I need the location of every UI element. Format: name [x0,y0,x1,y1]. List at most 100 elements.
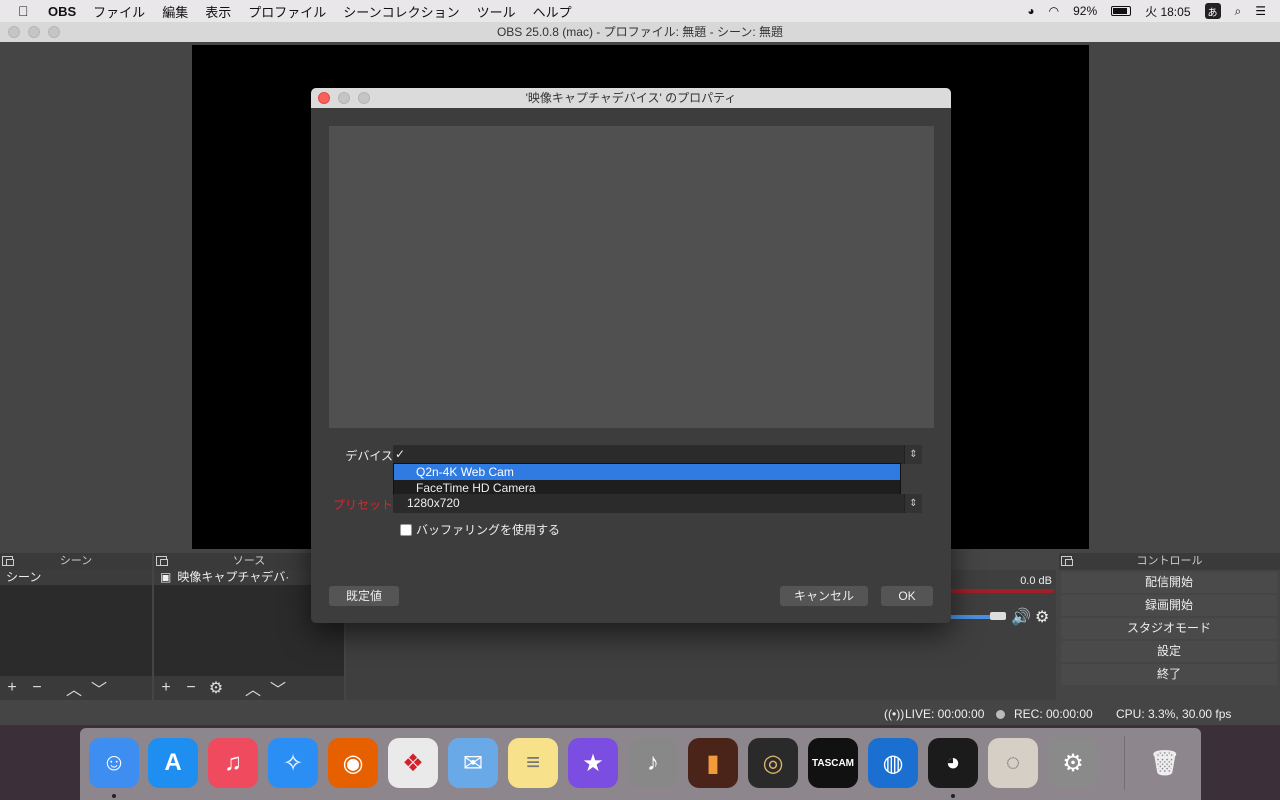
move-up-icon[interactable]: ︿ [245,676,261,700]
notification-center-icon[interactable]: ☰ [1255,4,1266,18]
finder-icon[interactable]: ☺ [89,738,139,788]
obs-status-icon[interactable]: ◕ [1027,4,1034,18]
running-indicator [112,794,116,798]
scene-list-item[interactable]: シーン [0,570,152,585]
volume-slider-knob[interactable] [990,612,1006,620]
audio-plugin-icon[interactable]: ◎ [748,738,798,788]
menu-bar:  OBS ファイル 編集 表示 プロファイル シーンコレクション ツール ヘル… [0,0,1280,22]
device-option-q2n[interactable]: Q2n-4K Web Cam [394,464,900,480]
mail-icon[interactable]: ✉ [448,738,498,788]
preset-value: 1280x720 [407,496,460,510]
firefox-icon[interactable]: ◉ [328,738,378,788]
start-streaming-button[interactable]: 配信開始 [1061,572,1277,593]
preset-label: プリセット [332,498,393,512]
ok-button[interactable]: OK [881,586,933,606]
defaults-button[interactable]: 既定値 [329,586,399,606]
controls-dock-title: コントロール [1136,555,1203,567]
scene-name: シーン [6,570,42,584]
menu-edit[interactable]: 編集 [162,2,188,21]
menu-help[interactable]: ヘルプ [533,2,572,21]
speaker-icon[interactable]: 🔊 [1011,607,1031,627]
settings-button[interactable]: 設定 [1061,641,1277,662]
add-scene-icon[interactable]: + [4,679,20,697]
dock-float-icon[interactable] [156,556,168,566]
dialog-minimize-button[interactable] [338,92,350,104]
live-broadcast-icon: ((•)) [884,707,905,721]
running-indicator [951,794,955,798]
obs-window-titlebar: OBS 25.0.8 (mac) - プロファイル: 無題 - シーン: 無題 [0,22,1280,42]
obs-icon[interactable]: ◕ [928,738,978,788]
exit-button[interactable]: 終了 [1061,664,1277,685]
app-store-icon[interactable]: A [148,738,198,788]
scenes-dock-title: シーン [59,555,93,567]
move-down-icon[interactable]: ﹀ [91,676,107,700]
input-method-icon[interactable]: あ [1204,3,1221,19]
tascam-icon[interactable]: TASCAM [808,738,858,788]
volume-level-db: 0.0 dB [1020,575,1052,587]
move-down-icon[interactable]: ﹀ [270,676,286,700]
menu-profile[interactable]: プロファイル [248,2,326,21]
sources-toolbar: + − ⚙ ︿ ﹀ [154,676,344,700]
cancel-button[interactable]: キャンセル [780,586,868,606]
clock[interactable]: 火 18:05 [1145,3,1190,20]
add-source-icon[interactable]: + [158,679,174,697]
microphone-icon[interactable]: ◌ [988,738,1038,788]
studio-mode-button[interactable]: スタジオモード [1061,618,1277,639]
logic-icon[interactable]: ♪ [628,738,678,788]
scenes-dock-header: シーン [0,553,152,570]
dialog-close-button[interactable] [318,92,330,104]
dock-float-icon[interactable] [2,556,14,566]
dialog-zoom-button[interactable] [358,92,370,104]
status-bar: ((•)) LIVE: 00:00:00 REC: 00:00:00 CPU: … [0,701,1280,725]
mixer-gear-icon[interactable]: ⚙ [1035,607,1049,627]
scenes-toolbar: + − ︿ ﹀ [0,676,152,700]
volume-meter [950,589,1054,593]
close-window-button[interactable] [8,26,20,38]
zoom-window-button[interactable] [48,26,60,38]
source-properties-gear-icon[interactable]: ⚙ [208,678,224,698]
trash-icon[interactable]: 🗑 [1140,738,1190,788]
battery-icon[interactable] [1111,6,1132,16]
menu-scene-collection[interactable]: シーンコレクション [343,2,459,21]
music-icon[interactable]: ♫ [208,738,258,788]
device-label: デバイス [345,449,393,463]
buffering-checkbox[interactable] [400,523,412,536]
spotlight-search-icon[interactable]: ⌕ [1235,4,1242,19]
menu-view[interactable]: 表示 [205,2,231,21]
dialog-title: '映像キャプチャデバイス' のプロパティ [525,91,737,105]
updown-chevron-icon: ⇕ [904,494,922,513]
wifi-icon[interactable]: ◠ [1049,4,1059,18]
cpu-fps-stats: CPU: 3.3%, 30.00 fps [1116,707,1232,721]
notes-icon[interactable]: ≡ [508,738,558,788]
source-preview [329,126,934,428]
audio-app-icon[interactable]: ◍ [868,738,918,788]
apple-icon[interactable]:  [18,3,32,19]
start-recording-button[interactable]: 録画開始 [1061,595,1277,616]
battery-percent[interactable]: 92% [1073,4,1097,18]
vintage-tube-icon[interactable]: ▮ [688,738,738,788]
camera-icon: ▣ [160,570,172,584]
system-preferences-icon[interactable]: ⚙ [1048,738,1098,788]
minimize-window-button[interactable] [28,26,40,38]
menu-file[interactable]: ファイル [93,2,145,21]
remove-source-icon[interactable]: − [183,679,199,697]
creative-cloud-icon[interactable]: ❖ [388,738,438,788]
device-selected-value: ✓ [395,447,406,461]
buffering-row: バッファリングを使用する [400,521,560,538]
updown-chevron-icon: ⇕ [904,445,922,464]
safari-icon[interactable]: ✧ [268,738,318,788]
live-timer: LIVE: 00:00:00 [905,707,985,721]
properties-dialog: '映像キャプチャデバイス' のプロパティ デバイス ✓ ⇕ Q2n-4K Web… [311,88,951,623]
rec-indicator-icon [996,710,1005,719]
macos-dock: ☺ A ♫ ✧ ◉ ❖ ✉ ≡ ★ ♪ ▮ ◎ TASCAM ◍ ◕ ◌ ⚙ 🗑 [80,728,1201,800]
menu-tools[interactable]: ツール [477,2,516,21]
move-up-icon[interactable]: ︿ [66,676,82,700]
remove-scene-icon[interactable]: − [29,679,45,697]
dock-separator [1124,736,1125,790]
preset-select[interactable]: 1280x720 ⇕ [393,494,922,513]
device-select[interactable]: ✓ ⇕ [393,445,922,464]
menu-app-name[interactable]: OBS [48,4,76,19]
imovie-icon[interactable]: ★ [568,738,618,788]
dock-float-icon[interactable] [1061,556,1073,566]
device-dropdown-menu: Q2n-4K Web Cam FaceTime HD Camera [393,463,901,497]
